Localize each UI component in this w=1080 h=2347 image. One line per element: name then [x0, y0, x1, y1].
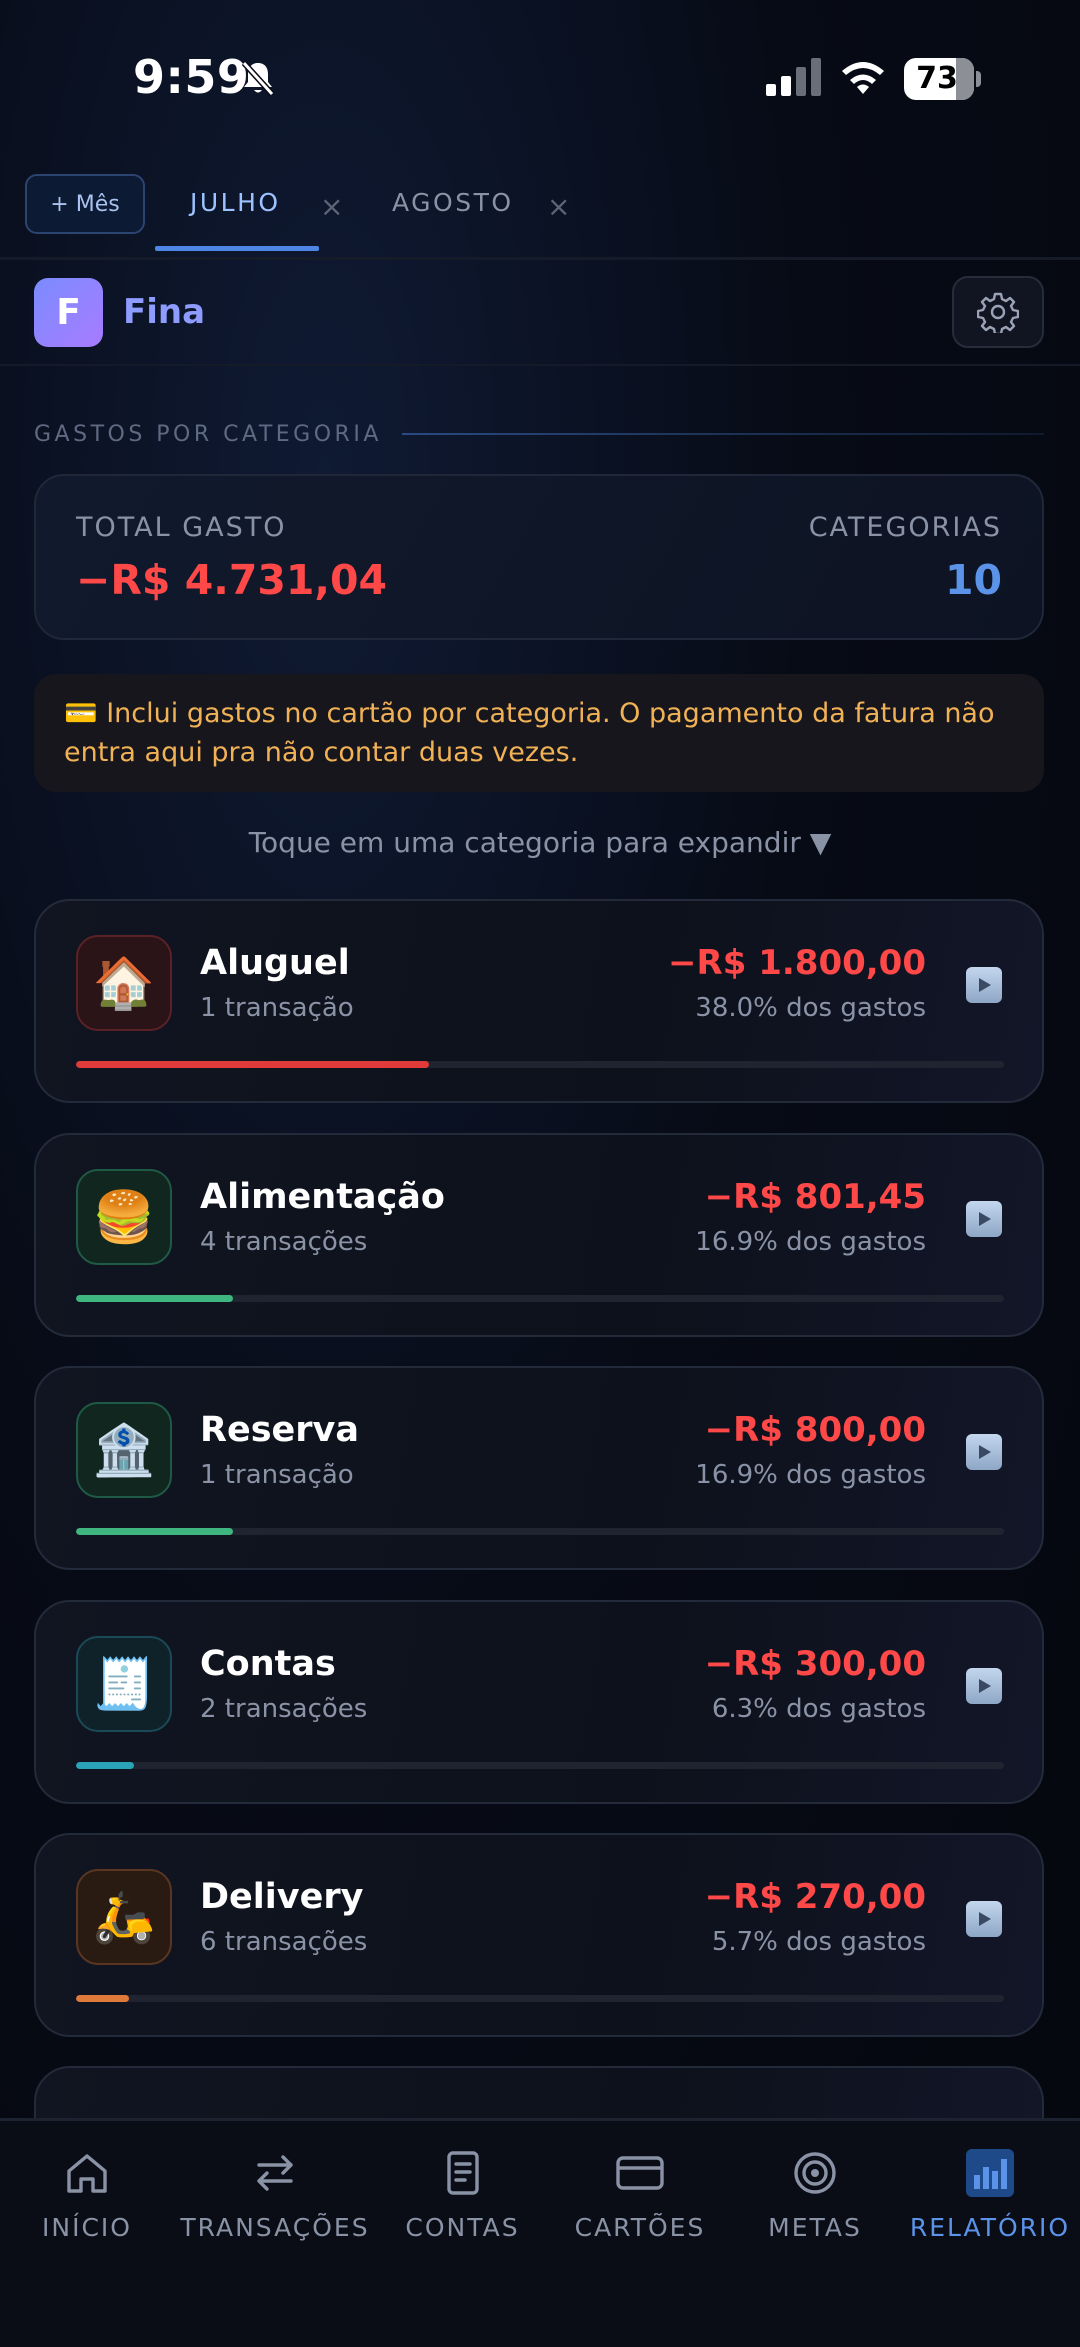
nav-label: RELATÓRIO — [909, 2213, 1071, 2242]
play-arrow-icon — [979, 978, 991, 992]
nav-label: INÍCIO — [42, 2213, 132, 2242]
category-name: Aluguel — [200, 943, 350, 983]
app-name: Fina — [123, 292, 206, 332]
category-progress-track — [76, 1295, 1004, 1302]
category-percent: 16.9% dos gastos — [695, 1227, 926, 1257]
section-title: GASTOS POR CATEGORIA — [34, 422, 382, 447]
card-icon — [616, 2156, 664, 2190]
transfer-icon — [257, 2155, 293, 2191]
category-progress-track — [76, 1528, 1004, 1535]
bell-muted-icon — [241, 60, 275, 97]
category-percent: 5.7% dos gastos — [711, 1927, 926, 1957]
wifi-icon — [842, 62, 884, 94]
category-progress-track — [76, 1061, 1004, 1068]
nav-label: METAS — [768, 2213, 862, 2242]
category-percent: 38.0% dos gastos — [695, 993, 926, 1023]
play-arrow-icon — [979, 1212, 991, 1226]
status-time: 9:59 — [133, 50, 250, 104]
category-amount: −R$ 801,45 — [704, 1177, 926, 1217]
info-note: 💳 Inclui gastos no cartão por categoria.… — [34, 674, 1044, 792]
summary-card: TOTAL GASTO −R$ 4.731,04 CATEGORIAS 10 — [34, 474, 1044, 640]
category-percent: 16.9% dos gastos — [695, 1460, 926, 1490]
play-arrow-icon — [979, 1445, 991, 1459]
category-name: Contas — [200, 1644, 336, 1684]
scooter-icon: 🛵 — [76, 1869, 172, 1965]
category-transaction-count: 2 transações — [200, 1694, 368, 1724]
nav-label: TRANSAÇÕES — [180, 2213, 370, 2242]
month-tabs: + Mês JULHO × AGOSTO × — [0, 170, 1080, 260]
active-tab-indicator — [155, 246, 319, 251]
expand-arrow-button[interactable] — [966, 1201, 1002, 1237]
add-month-button[interactable]: + Mês — [25, 174, 145, 234]
total-spent-label: TOTAL GASTO — [76, 512, 287, 543]
nav-label: CONTAS — [405, 2213, 520, 2242]
category-amount: −R$ 1.800,00 — [668, 943, 926, 983]
expand-hint: Toque em uma categoria para expandir ▼ — [248, 826, 832, 859]
categories-count-label: CATEGORIAS — [808, 512, 1002, 543]
category-percent: 6.3% dos gastos — [711, 1694, 926, 1724]
app-header: F Fina — [0, 262, 1080, 366]
app-logo: F — [34, 278, 103, 347]
close-tab-julho-icon[interactable]: × — [320, 190, 343, 223]
play-arrow-icon — [979, 1912, 991, 1926]
tab-agosto[interactable]: AGOSTO — [392, 188, 514, 217]
category-transaction-count: 4 transações — [200, 1227, 368, 1257]
category-card[interactable]: 🧾 Contas 2 transações −R$ 300,00 6.3% dos ga… — [34, 1600, 1044, 1804]
battery-indicator: 73 — [904, 58, 982, 100]
category-name: Reserva — [200, 1410, 359, 1450]
section-divider — [402, 433, 1044, 435]
category-progress-fill — [76, 1762, 135, 1769]
document-icon — [446, 2151, 479, 2195]
category-transaction-count: 6 transações — [200, 1927, 368, 1957]
categories-count-value: 10 — [944, 556, 1002, 604]
category-progress-track — [76, 1995, 1004, 2002]
nav-contas[interactable]: CONTAS — [390, 2121, 535, 2251]
bank-icon: 🏦 — [76, 1402, 172, 1498]
category-progress-fill — [76, 1295, 233, 1302]
target-icon — [794, 2152, 836, 2194]
nav-label: CARTÕES — [574, 2213, 706, 2242]
category-name: Alimentação — [200, 1177, 445, 1217]
expand-arrow-button[interactable] — [966, 1434, 1002, 1470]
total-spent-value: −R$ 4.731,04 — [76, 556, 388, 604]
category-amount: −R$ 300,00 — [704, 1644, 926, 1684]
category-amount: −R$ 800,00 — [704, 1410, 926, 1450]
close-tab-agosto-icon[interactable]: × — [547, 190, 570, 223]
burger-icon: 🍔 — [76, 1169, 172, 1265]
cellular-signal-icon — [766, 58, 821, 96]
receipt-icon: 🧾 — [76, 1636, 172, 1732]
category-progress-track — [76, 1762, 1004, 1769]
bottom-navigation: INÍCIO TRANSAÇÕES CONTAS CARTÕES METAS R… — [0, 2118, 1080, 2347]
tab-julho[interactable]: JULHO — [190, 188, 281, 217]
category-card[interactable]: 🍔 Alimentação 4 transações −R$ 801,45 16.9% … — [34, 1133, 1044, 1337]
nav-inicio[interactable]: INÍCIO — [10, 2121, 164, 2251]
status-bar: 9:59 73 — [0, 0, 1080, 160]
category-name: Delivery — [200, 1877, 364, 1917]
expand-arrow-button[interactable] — [966, 967, 1002, 1003]
expand-arrow-button[interactable] — [966, 1668, 1002, 1704]
category-amount: −R$ 270,00 — [704, 1877, 926, 1917]
category-progress-fill — [76, 1061, 429, 1068]
home-icon — [67, 2154, 107, 2193]
category-card[interactable]: 🛵 Delivery 6 transações −R$ 270,00 5.7% dos … — [34, 1833, 1044, 2037]
gear-icon — [977, 292, 1019, 333]
category-card[interactable]: 🏠 Aluguel 1 transação −R$ 1.800,00 38.0% dos… — [34, 899, 1044, 1103]
house-icon: 🏠 — [76, 935, 172, 1031]
category-progress-fill — [76, 1528, 233, 1535]
bar-chart-icon — [966, 2149, 1014, 2197]
nav-relatorio[interactable]: RELATÓRIO — [900, 2121, 1080, 2251]
nav-transacoes[interactable]: TRANSAÇÕES — [175, 2121, 375, 2251]
battery-level: 73 — [916, 61, 958, 96]
category-card[interactable]: 🏦 Reserva 1 transação −R$ 800,00 16.9% dos g… — [34, 1366, 1044, 1570]
category-progress-fill — [76, 1995, 129, 2002]
nav-cartoes[interactable]: CARTÕES — [555, 2121, 725, 2251]
expand-arrow-button[interactable] — [966, 1901, 1002, 1937]
category-transaction-count: 1 transação — [200, 1460, 354, 1490]
play-arrow-icon — [979, 1679, 991, 1693]
nav-metas[interactable]: METAS — [745, 2121, 885, 2251]
settings-button[interactable] — [952, 276, 1044, 348]
category-transaction-count: 1 transação — [200, 993, 354, 1023]
